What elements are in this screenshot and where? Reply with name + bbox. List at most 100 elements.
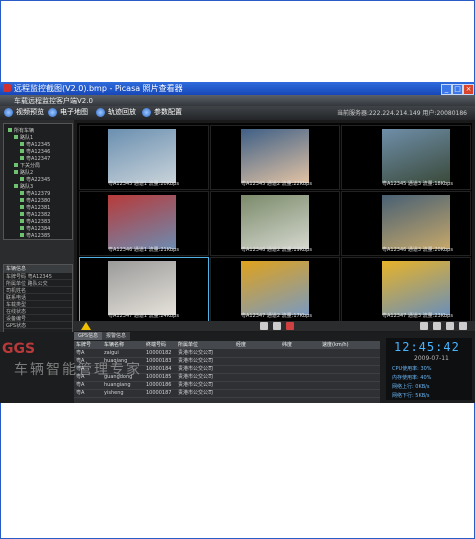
tree-item-label: 粤A12385 [26,233,51,239]
vehicle-icon [8,128,12,132]
vehicle-icon [14,135,18,139]
vehicle-icon [20,156,24,160]
column-header[interactable]: 终端号码 [146,341,166,349]
table-cell: zaigui [104,350,119,356]
gear-icon [142,108,151,117]
tree-item[interactable]: 所有车辆 [8,127,34,134]
feed-caption: 粤A12347 通道1 流量:24Kbps [108,313,179,319]
vehicle-icon [14,184,18,188]
tree-item[interactable]: 下关分局 [14,162,40,169]
snapshot-button[interactable] [273,322,281,330]
table-cell: 粤A [76,382,85,388]
tree-item[interactable]: 粤A12345 [20,141,50,148]
column-header[interactable]: 纬度 [282,341,292,349]
tree-item[interactable]: 粤A12385 [20,232,51,239]
video-tile[interactable]: 粤A12347 通道2 流量:17Kbps [210,257,340,322]
camera-feed [241,261,309,315]
tab-playback[interactable]: 轨迹回放 [96,107,136,118]
tab-map[interactable]: 电子地图 [48,107,88,118]
cpu-usage: CPU使用率: 30% [392,366,432,372]
info-row: 司机姓名 [4,287,72,294]
vehicle-icon [20,212,24,216]
vehicle-icon [20,219,24,223]
fullscreen-button[interactable] [459,322,467,330]
table-cell: 10000186 [146,382,172,388]
tree-item[interactable]: 路队3 [14,183,33,190]
feed-caption: 粤A12345 通道2 流量:22Kbps [241,181,312,187]
stop-button[interactable] [286,322,294,330]
tab-video-preview[interactable]: 视频预览 [4,107,44,118]
close-button[interactable]: × [463,84,474,95]
table-cell: 贵港市公交公司 [178,350,214,356]
tab-label: 轨迹回放 [108,108,136,116]
table-cell: 10000183 [146,358,172,364]
clock-time: 12:45:42 [394,340,460,354]
memory-usage: 内存使用率: 40% [392,375,432,381]
minimize-button[interactable]: _ [441,84,452,95]
tab-alarm-info[interactable]: 报警信息 [102,332,131,340]
vehicle-icon [14,170,18,174]
column-header[interactable]: 速度(km/h) [322,341,349,349]
feed-caption: 粤A12346 通道1 流量:21Kbps [108,247,179,253]
video-tile[interactable]: 粤A12345 通道1 流量:20Kbps [79,125,209,190]
main-toolbar: 视频预览 电子地图 轨迹回放 参数配置 当前服务器:222.224.214.14… [0,106,475,120]
table-row[interactable]: 粤A huangiang 10000186 贵港市公交公司 [74,382,380,390]
tab-gps-info[interactable]: GPS信息 [74,332,103,340]
camera-icon [4,108,13,117]
table-cell: 粤A [76,390,85,396]
video-tile[interactable]: 粤A12347 通道1 流量:24Kbps [79,257,209,322]
vehicle-tree[interactable]: 所有车辆 路队1 粤A12345 粤A12346 粤A12347 下关分局 路队2 粤A223… [3,123,73,240]
maximize-button[interactable]: □ [452,84,463,95]
table-header: 车牌号 车辆名称 终端号码 所属单位 经度 纬度 速度(km/h) [74,341,380,349]
column-header[interactable]: 车牌号 [76,341,91,349]
tab-settings[interactable]: 参数配置 [142,107,182,118]
layout-4-button[interactable] [433,322,441,330]
tree-item[interactable]: 粤A12346 [20,148,50,155]
layout-1-button[interactable] [420,322,428,330]
table-row[interactable]: 粤A zaigui 10000182 贵港市公交公司 [74,350,380,358]
column-header[interactable]: 所属单位 [178,341,198,349]
server-status: 当前服务器:222.224.214.149 用户:20080186 [336,110,467,117]
table-cell: 10000184 [146,366,172,372]
table-cell: 粤A [76,350,85,356]
tree-item[interactable]: 粤A12382 [20,211,50,218]
tree-item[interactable]: 粤A12380 [20,197,50,204]
layout-9-button[interactable] [446,322,454,330]
tab-label: 电子地图 [60,108,88,116]
info-row: 设备编号 [4,315,72,322]
tree-item[interactable]: 粤A22345 [20,176,50,183]
tree-item[interactable]: 粤A12381 [20,204,50,211]
camera-feed [108,261,176,315]
column-header[interactable]: 经度 [236,341,246,349]
warning-icon[interactable] [81,322,91,330]
vehicle-icon [20,198,24,202]
tree-item[interactable]: 粤A12347 [20,155,50,162]
tree-item[interactable]: 路队1 [14,134,33,141]
video-tile[interactable]: 粤A12346 通道3 流量:20Kbps [341,191,471,256]
tree-item[interactable]: 粤A12379 [20,190,50,197]
table-cell: huangiang [104,382,131,388]
info-header: 车辆信息 [4,265,72,273]
column-header[interactable]: 车辆名称 [104,341,124,349]
tree-item[interactable]: 粤A12384 [20,225,50,232]
feed-caption: 粤A12346 通道2 流量:19Kbps [241,247,312,253]
table-cell: yisheng [104,390,124,396]
vehicle-icon [20,233,24,237]
video-tile[interactable]: 粤A12345 通道2 流量:22Kbps [210,125,340,190]
table-cell: 贵港市公交公司 [178,358,214,364]
video-tile[interactable]: 粤A12345 通道3 流量:18Kbps [341,125,471,190]
tree-item[interactable]: 路队2 [14,169,33,176]
vehicle-icon [20,177,24,181]
tree-item[interactable]: 粤A12383 [20,218,50,225]
table-cell: 10000185 [146,374,172,380]
camera-feed [382,261,450,315]
video-tile[interactable]: 粤A12347 通道3 流量:23Kbps [341,257,471,322]
info-row: 车牌号码 粤A12345 [4,273,72,280]
feed-caption: 粤A12345 通道1 流量:20Kbps [108,181,179,187]
feed-caption: 粤A12345 通道3 流量:18Kbps [382,181,453,187]
record-button[interactable] [260,322,268,330]
video-tile[interactable]: 粤A12346 通道2 流量:19Kbps [210,191,340,256]
video-tile[interactable]: 粤A12346 通道1 流量:21Kbps [79,191,209,256]
network-up: 网络上行: 0KB/s [392,384,430,390]
table-row[interactable]: 粤A yisheng 10000187 贵港市公交公司 [74,390,380,398]
